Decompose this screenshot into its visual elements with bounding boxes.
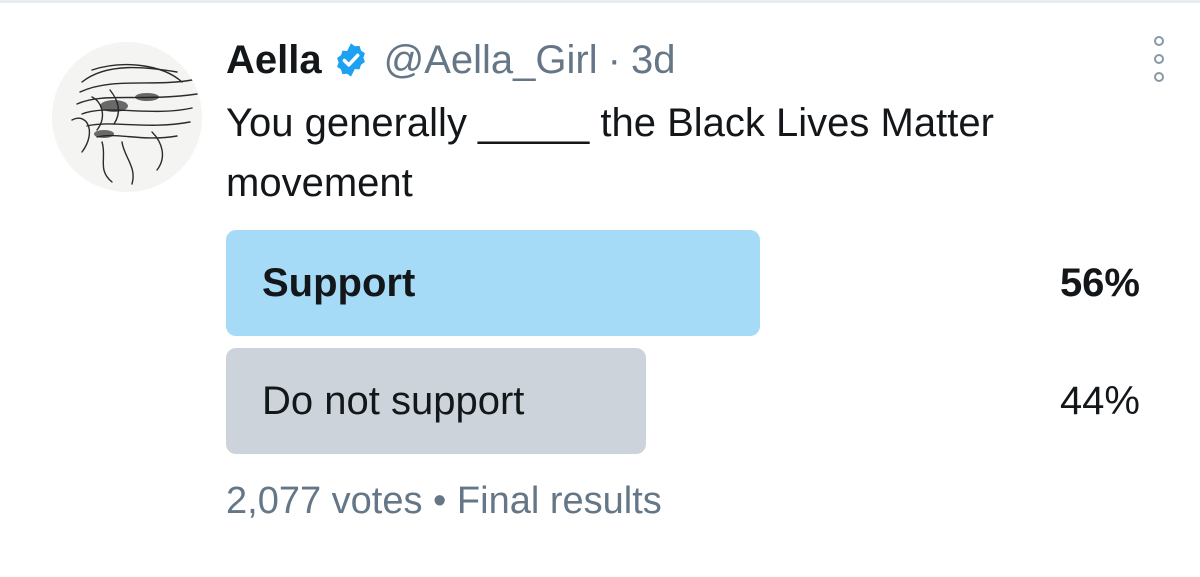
more-dot <box>1154 72 1164 82</box>
poll-vote-count: 2,077 votes <box>226 480 423 522</box>
author-name[interactable]: Aella <box>226 38 322 83</box>
more-dot <box>1154 36 1164 46</box>
verified-badge-icon <box>332 41 370 79</box>
poll-option-label: Support <box>262 261 416 305</box>
more-dot <box>1154 54 1164 64</box>
poll-footer: 2,077 votes • Final results <box>226 480 662 523</box>
poll-status: Final results <box>456 480 662 522</box>
poll-option-do-not-support[interactable]: Do not support 44% <box>226 348 1140 454</box>
poll-option-percent: 44% <box>1059 379 1140 423</box>
poll-option-label: Do not support <box>262 379 525 423</box>
header-separator: · <box>607 37 621 82</box>
poll-option-support[interactable]: Support 56% <box>226 230 1140 336</box>
top-divider <box>0 0 1200 3</box>
poll-option-percent: 56% <box>1059 261 1140 305</box>
more-options-icon[interactable] <box>1148 36 1170 82</box>
tweet-header: Aella @Aella_Girl · 3d <box>226 34 675 86</box>
tweet-text: You generally _____ the Black Lives Matt… <box>226 101 994 205</box>
poll-footer-bullet: • <box>433 480 447 522</box>
avatar-image <box>52 42 202 192</box>
avatar[interactable] <box>52 42 202 192</box>
tweet-timestamp[interactable]: 3d <box>631 38 676 83</box>
author-handle[interactable]: @Aella_Girl <box>384 38 598 83</box>
